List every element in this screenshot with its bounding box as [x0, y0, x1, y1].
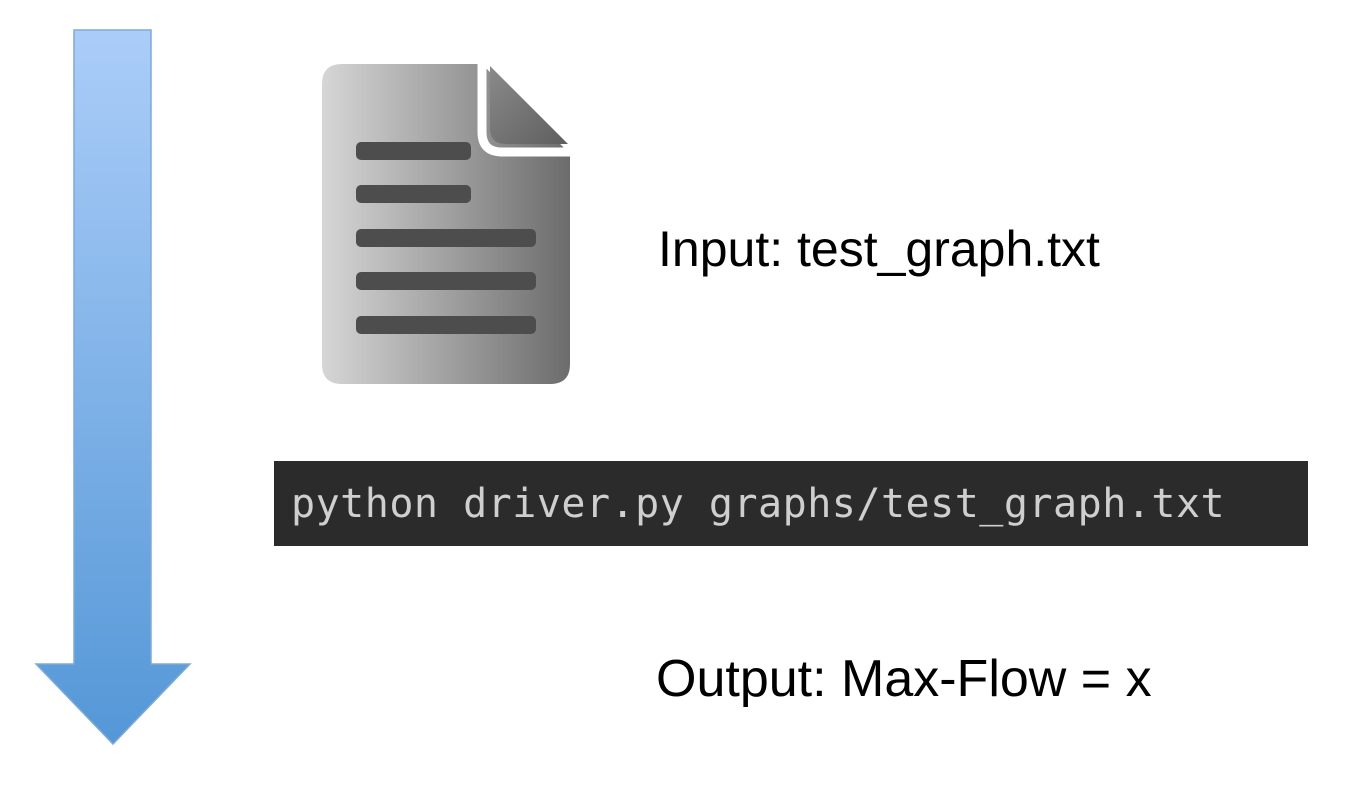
terminal-command-box: python driver.py graphs/test_graph.txt	[274, 461, 1308, 546]
document-icon	[322, 64, 570, 384]
output-label: Output: Max-Flow = x	[656, 650, 1152, 708]
command-text: python driver.py graphs/test_graph.txt	[291, 480, 1226, 527]
arrow-down-icon	[34, 29, 192, 746]
input-label: Input: test_graph.txt	[658, 221, 1100, 277]
